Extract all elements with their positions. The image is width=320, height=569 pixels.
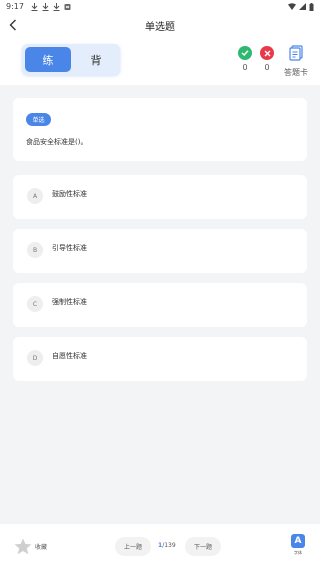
option-d[interactable]: D 自愿性标准	[13, 337, 307, 381]
notification-app-icon	[64, 3, 71, 10]
option-text: 鼓励性标准	[52, 190, 87, 198]
status-time: 9:17	[6, 2, 24, 11]
option-text: 引导性标准	[52, 244, 87, 252]
favorite-label: 收藏	[35, 544, 48, 551]
question-type-badge: 单选	[26, 113, 51, 126]
star-icon	[14, 538, 32, 555]
prev-question-button[interactable]: 上一题	[115, 537, 151, 556]
download-icon	[31, 2, 38, 11]
correct-stat: 0	[235, 46, 255, 72]
wifi-icon	[288, 3, 296, 10]
mode-toggle: 练 背	[22, 44, 120, 75]
memorize-mode-tab[interactable]: 背	[74, 47, 118, 72]
next-question-button[interactable]: 下一题	[185, 537, 221, 556]
download-icon	[53, 2, 60, 11]
option-text: 强制性标准	[52, 298, 87, 306]
chevron-left-icon	[9, 19, 16, 31]
signal-icon	[299, 3, 306, 10]
question-text: 食品安全标准是()。	[26, 138, 88, 146]
status-icons	[288, 2, 314, 11]
check-icon	[238, 46, 252, 60]
total-pages: /139	[162, 542, 176, 549]
option-a[interactable]: A 鼓励性标准	[13, 175, 307, 219]
option-letter: C	[27, 296, 43, 312]
question-card: 单选 食品安全标准是()。	[13, 98, 307, 161]
battery-icon	[309, 2, 314, 11]
cross-icon	[260, 46, 274, 60]
option-text: 自愿性标准	[52, 352, 87, 360]
page-title: 单选题	[145, 21, 175, 33]
answer-card-label: 答题卡	[284, 68, 308, 77]
practice-mode-tab[interactable]: 练	[25, 47, 71, 72]
font-label: 字体	[294, 550, 302, 555]
wrong-stat: 0	[257, 46, 277, 72]
wrong-count: 0	[264, 63, 270, 72]
back-button[interactable]	[6, 17, 20, 33]
option-c[interactable]: C 强制性标准	[13, 283, 307, 327]
bottom-bar: 收藏 上一题 1/139 下一题 A 字体	[0, 524, 320, 569]
option-b[interactable]: B 引导性标准	[13, 229, 307, 273]
font-size-button[interactable]: A 字体	[290, 534, 306, 556]
option-letter: A	[27, 188, 43, 204]
answer-card-icon	[289, 45, 303, 61]
correct-count: 0	[242, 63, 248, 72]
answer-card-button[interactable]: 答题卡	[281, 45, 311, 78]
page-indicator: 1/139	[158, 542, 176, 549]
option-letter: D	[27, 350, 43, 366]
font-icon: A	[291, 534, 305, 548]
favorite-button[interactable]: 收藏	[14, 538, 47, 555]
download-icon	[42, 2, 49, 11]
option-letter: B	[27, 242, 43, 258]
nav-bar: 单选题	[0, 13, 320, 37]
mode-panel: 练 背 0 0 答题卡	[0, 37, 320, 85]
status-bar: 9:17	[0, 0, 320, 13]
